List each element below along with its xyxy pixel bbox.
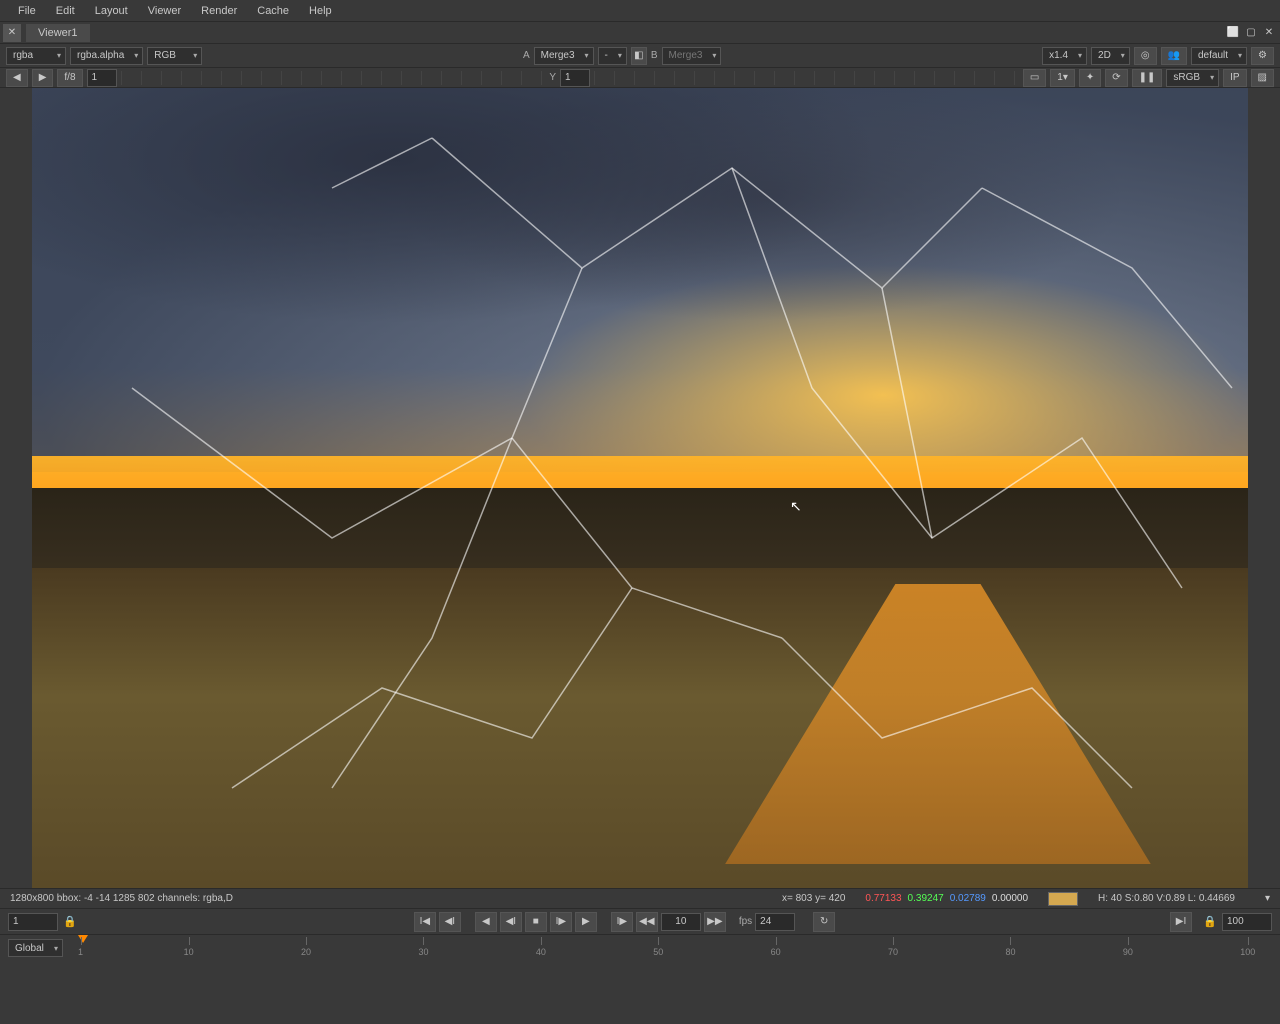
menu-help[interactable]: Help bbox=[299, 5, 342, 17]
menu-render[interactable]: Render bbox=[191, 5, 247, 17]
prev-increment-button[interactable]: ◀◀ bbox=[636, 912, 658, 932]
wipe-dropdown[interactable]: - bbox=[598, 47, 627, 65]
play-backward-button[interactable]: ◀ bbox=[475, 912, 497, 932]
viewer-preset-dropdown[interactable]: default bbox=[1191, 47, 1247, 65]
stripes-icon[interactable]: ▨ bbox=[1251, 69, 1274, 87]
first-frame-button[interactable]: I◀ bbox=[414, 912, 436, 932]
menu-viewer[interactable]: Viewer bbox=[138, 5, 191, 17]
frame-range-start-input[interactable] bbox=[8, 913, 58, 931]
roi-icon[interactable]: ✦ bbox=[1079, 69, 1101, 87]
pixel-red-value: 0.77133 bbox=[865, 893, 901, 904]
lock-end-icon[interactable]: 🔒 bbox=[1201, 913, 1219, 931]
viewer-toolbar-top: rgba rgba.alpha RGB A Merge3 - ◧ B Merge… bbox=[0, 44, 1280, 68]
frame-range-end-input[interactable] bbox=[1222, 913, 1272, 931]
channel-dropdown[interactable]: rgba.alpha bbox=[70, 47, 143, 65]
pixel-blue-value: 0.02789 bbox=[950, 893, 986, 904]
pixel-alpha-value: 0.00000 bbox=[992, 893, 1028, 904]
close-tab-icon[interactable]: ✕ bbox=[3, 24, 21, 42]
timeline-tick: 60 bbox=[771, 947, 781, 957]
step-forward-button[interactable]: I▶ bbox=[550, 912, 572, 932]
input-a-dropdown[interactable]: Merge3 bbox=[534, 47, 594, 65]
menu-file[interactable]: File bbox=[8, 5, 46, 17]
play-forward-button[interactable]: ▶ bbox=[575, 912, 597, 932]
float-panel-icon[interactable]: ⬜ bbox=[1226, 26, 1240, 40]
lut-dropdown[interactable]: sRGB bbox=[1166, 69, 1219, 87]
fps-input[interactable] bbox=[755, 913, 795, 931]
loop-button[interactable]: ↻ bbox=[813, 912, 835, 932]
refresh-icon[interactable]: ⟳ bbox=[1105, 69, 1127, 87]
proxy-dropdown[interactable]: 1 ▾ bbox=[1050, 69, 1075, 87]
pause-icon[interactable]: ❚❚ bbox=[1132, 69, 1163, 87]
zoom-dropdown[interactable]: x1.4 bbox=[1042, 47, 1087, 65]
tab-viewer1[interactable]: Viewer1 bbox=[26, 24, 90, 42]
timeline-tick: 1 bbox=[78, 947, 83, 957]
tab-bar: ✕ Viewer1 ⬜ ▢ ✕ bbox=[0, 22, 1280, 44]
input-b-label: B bbox=[651, 50, 658, 61]
timeline-tick: 80 bbox=[1005, 947, 1015, 957]
input-b-toggle[interactable]: ◧ bbox=[631, 47, 647, 65]
lock-icon[interactable]: 🔒 bbox=[61, 913, 79, 931]
timeline-mode-dropdown[interactable]: Global bbox=[8, 939, 63, 957]
fstop-button[interactable]: f/8 bbox=[57, 69, 82, 87]
current-frame-input[interactable] bbox=[661, 913, 701, 931]
viewer-canvas[interactable]: ↖ bbox=[32, 88, 1248, 888]
timeline-tick: 10 bbox=[184, 947, 194, 957]
timeline-track[interactable]: 1 10 20 30 40 50 60 70 80 90 100 bbox=[78, 935, 1252, 963]
step-back-button[interactable]: ◀I bbox=[500, 912, 522, 932]
timeline: Global 1 10 20 30 40 50 60 70 80 90 100 bbox=[0, 934, 1280, 966]
timeline-tick: 100 bbox=[1240, 947, 1255, 957]
input-b-dropdown[interactable]: Merge3 bbox=[662, 47, 722, 65]
menu-edit[interactable]: Edit bbox=[46, 5, 85, 17]
next-icon[interactable]: ▶ bbox=[32, 69, 54, 87]
color-swatch bbox=[1048, 892, 1078, 906]
last-frame-button[interactable]: ▶I bbox=[1170, 912, 1192, 932]
playhead-icon[interactable] bbox=[78, 935, 88, 943]
next-keyframe-button[interactable]: I▶ bbox=[611, 912, 633, 932]
pixel-coords: x= 803 y= 420 bbox=[782, 893, 845, 904]
maximize-panel-icon[interactable]: ▢ bbox=[1244, 26, 1258, 40]
expand-icon[interactable]: ▾ bbox=[1265, 893, 1270, 904]
people-icon[interactable]: 👥 bbox=[1161, 47, 1187, 65]
input-a-label: A bbox=[523, 50, 530, 61]
stop-button[interactable]: ■ bbox=[525, 912, 547, 932]
viewer-toolbar-second: ◀ ▶ f/8 Y ▭ 1 ▾ ✦ ⟳ ❚❚ sRGB IP ▨ bbox=[0, 68, 1280, 88]
pixel-green-value: 0.39247 bbox=[908, 893, 944, 904]
menu-bar: File Edit Layout Viewer Render Cache Hel… bbox=[0, 0, 1280, 22]
clip-icon[interactable]: ▭ bbox=[1023, 69, 1046, 87]
image-info-text: 1280x800 bbox: -4 -14 1285 802 channels:… bbox=[10, 893, 233, 904]
pixel-hsv-value: H: 40 S:0.80 V:0.89 L: 0.44669 bbox=[1098, 893, 1235, 904]
fps-label: fps bbox=[739, 916, 752, 927]
colorspace-dropdown[interactable]: RGB bbox=[147, 47, 202, 65]
timeline-tick: 50 bbox=[653, 947, 663, 957]
view-mode-dropdown[interactable]: 2D bbox=[1091, 47, 1130, 65]
timeline-tick: 20 bbox=[301, 947, 311, 957]
menu-cache[interactable]: Cache bbox=[247, 5, 299, 17]
timeline-tick: 70 bbox=[888, 947, 898, 957]
status-bar: 1280x800 bbox: -4 -14 1285 802 channels:… bbox=[0, 888, 1280, 908]
ip-button[interactable]: IP bbox=[1223, 69, 1246, 87]
layer-dropdown[interactable]: rgba bbox=[6, 47, 66, 65]
timeline-tick: 40 bbox=[536, 947, 546, 957]
menu-layout[interactable]: Layout bbox=[85, 5, 138, 17]
prev-keyframe-button[interactable]: ◀I bbox=[439, 912, 461, 932]
close-panel-icon[interactable]: ✕ bbox=[1262, 26, 1276, 40]
gamma-input[interactable] bbox=[560, 69, 590, 87]
gamma-y-label: Y bbox=[549, 72, 556, 83]
fstop-input[interactable] bbox=[87, 69, 117, 87]
next-increment-button[interactable]: ▶▶ bbox=[704, 912, 726, 932]
prev-icon[interactable]: ◀ bbox=[6, 69, 28, 87]
mouse-cursor-icon: ↖ bbox=[790, 498, 802, 515]
playback-bar: 🔒 I◀ ◀I ◀ ◀I ■ I▶ ▶ I▶ ◀◀ ▶▶ fps ↻ ▶I 🔒 bbox=[0, 908, 1280, 934]
settings-icon[interactable]: ⚙ bbox=[1251, 47, 1274, 65]
timeline-tick: 90 bbox=[1123, 947, 1133, 957]
timeline-tick: 30 bbox=[418, 947, 428, 957]
stereo-icon[interactable]: ◎ bbox=[1134, 47, 1157, 65]
gamma-slider[interactable] bbox=[594, 71, 1019, 85]
gain-slider[interactable] bbox=[121, 71, 546, 85]
